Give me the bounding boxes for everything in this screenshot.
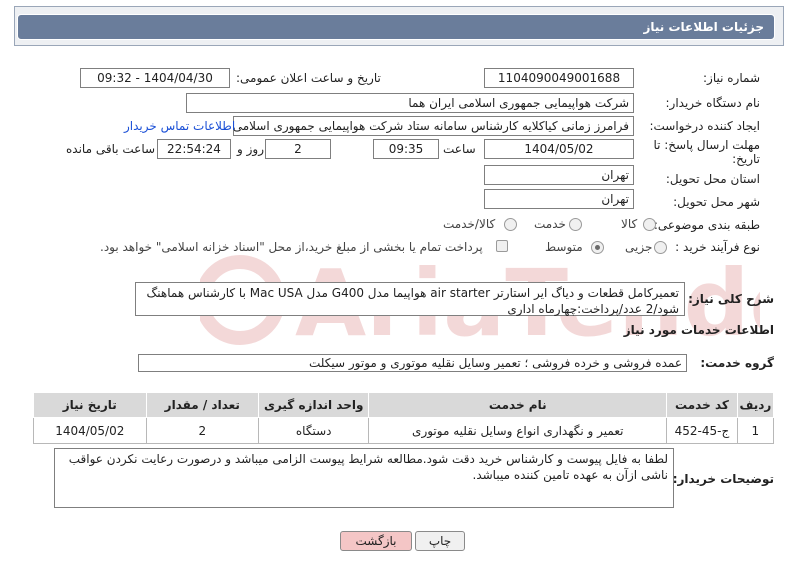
col-service-code: کد خدمت [666,392,738,418]
col-row: ردیف [736,392,775,418]
summary-label: شرح کلی نیاز: [688,292,774,306]
buyer-field[interactable]: شرکت هواپیمایی جمهوری اسلامی ایران هما [186,93,634,113]
category-radio-service[interactable] [569,218,582,231]
creator-label: ایجاد کننده درخواست: [649,119,760,133]
print-button[interactable]: چاپ [415,531,465,551]
days-label: روز و [237,142,264,156]
page-title: جزئیات اطلاعات نیاز [643,20,764,34]
service-group-label: گروه خدمت: [700,356,774,370]
back-button[interactable]: بازگشت [340,531,412,551]
days-field[interactable]: 2 [265,139,331,159]
summary-textarea[interactable]: تعمیرکامل قطعات و دیاگ ایر استارتر air s… [135,282,685,316]
services-table: ردیف کد خدمت نام خدمت واحد اندازه گیری ت… [33,392,775,444]
process-label: نوع فرآیند خرید : [675,240,760,254]
buyer-label: نام دستگاه خریدار: [665,96,761,110]
province-field[interactable]: تهران [484,165,634,185]
deadline-time-label: ساعت [443,142,476,156]
process-radio-minor[interactable] [654,241,667,254]
buyer-notes-textarea[interactable]: لطفا به فایل پیوست و کارشناس خرید دقت شو… [54,448,674,508]
col-unit: واحد اندازه گیری [258,392,370,418]
announce-label: تاریخ و ساعت اعلان عمومی: [236,71,381,85]
announce-date-field[interactable]: 1404/04/30 - 09:32 [80,68,230,88]
province-label: استان محل تحویل: [665,172,760,186]
table-header-row: ردیف کد خدمت نام خدمت واحد اندازه گیری ت… [33,392,775,418]
need-number-label: شماره نیاز: [703,71,760,85]
process-option-medium: متوسط [545,240,583,254]
table-row[interactable]: 1 ج-45-452 تعمیر و نگهداری انواع وسایل ن… [33,417,775,444]
category-radio-goods-service[interactable] [504,218,517,231]
deadline-time-field[interactable]: 09:35 [373,139,439,159]
cell-service-name: تعمیر و نگهداری انواع وسایل نقلیه موتوری [368,417,668,444]
services-section-title: اطلاعات خدمات مورد نیاز [623,323,774,337]
category-option-goods: کالا [621,217,638,231]
remaining-label: ساعت باقی مانده [66,142,156,156]
header-panel: جزئیات اطلاعات نیاز [14,6,784,46]
col-need-date: تاریخ نیاز [33,392,147,418]
category-label: طبقه بندی موضوعی: [653,218,760,232]
contact-buyer-link[interactable]: اطلاعات تماس خریدار [124,119,235,133]
treasury-payment-checkbox[interactable] [496,240,508,252]
creator-field[interactable]: فرامرز زمانی کیاکلایه کارشناس سامانه ستا… [233,116,634,136]
category-option-service: خدمت [534,217,566,231]
deadline-label: مهلت ارسال پاسخ: تا [653,138,760,152]
cell-unit: دستگاه [258,417,370,444]
header-bar: جزئیات اطلاعات نیاز [17,14,775,40]
process-radio-medium[interactable] [591,241,604,254]
deadline-date-field[interactable]: 1404/05/02 [484,139,634,159]
col-service-name: نام خدمت [368,392,668,418]
city-field[interactable]: تهران [484,189,634,209]
need-number-field[interactable]: 1104090049001688 [484,68,634,88]
cell-need-date: 1404/05/02 [33,417,147,444]
category-radio-goods[interactable] [643,218,656,231]
cell-service-code: ج-45-452 [666,417,738,444]
process-option-minor: جزیی [625,240,653,254]
city-label: شهر محل تحویل: [673,195,760,209]
remaining-time-field[interactable]: 22:54:24 [157,139,231,159]
cell-row: 1 [736,417,775,444]
category-option-goods-service: کالا/خدمت [443,217,496,231]
payment-note: پرداخت تمام یا بخشی از مبلغ خرید،از محل … [100,240,483,254]
deadline-date-label: تاریخ: [732,152,760,166]
buyer-notes-label: توضیحات خریدار: [672,472,774,486]
cell-quantity: 2 [145,417,260,444]
service-group-field[interactable]: عمده فروشی و خرده فروشی ؛ تعمیر وسایل نق… [138,354,687,372]
col-quantity: تعداد / مقدار [145,392,260,418]
